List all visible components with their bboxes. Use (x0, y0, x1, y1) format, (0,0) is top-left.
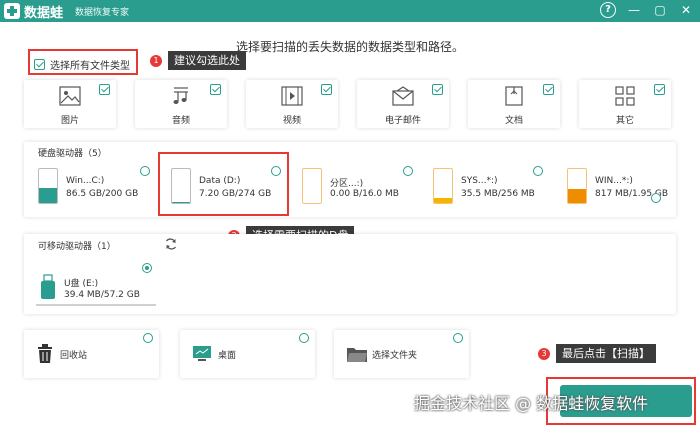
file-type-card-document[interactable]: 文档 (468, 80, 560, 128)
drive-item-usb[interactable]: U盘 (E:) 39.4 MB/57.2 GB (36, 272, 156, 306)
recycle-bin-icon (38, 344, 52, 363)
drive-radio-win[interactable] (651, 193, 661, 203)
drive-icon (38, 168, 58, 204)
drive-item-partition[interactable]: 分区...:) 0.00 B/16.0 MB (302, 168, 412, 208)
file-type-label: 电子邮件 (384, 116, 421, 126)
file-type-checkbox[interactable] (99, 84, 110, 95)
file-type-checkbox[interactable] (543, 84, 554, 95)
logo-cross-icon (4, 3, 20, 19)
location-card-folder[interactable]: 选择文件夹 (334, 330, 469, 378)
refresh-icon[interactable] (164, 237, 178, 251)
music-icon (173, 87, 188, 104)
file-type-checkbox[interactable] (654, 84, 665, 95)
file-type-label: 音频 (171, 116, 190, 126)
callout-1: 1 建议勾选此处 (150, 51, 246, 70)
usb-drive-icon (41, 274, 55, 299)
callout-text: 建议勾选此处 (168, 51, 246, 70)
location-label: 选择文件夹 (372, 351, 418, 361)
drive-usage-fill (434, 198, 452, 203)
drive-icon (302, 168, 322, 204)
file-type-card-video[interactable]: 视频 (246, 80, 338, 128)
app-slogan: 数据恢复专家 (75, 7, 130, 18)
drive-name: SYS...*:) (461, 176, 498, 186)
title-bar: 数据蛙 数据恢复专家 ? — ▢ ✕ (0, 0, 700, 22)
video-icon (281, 86, 303, 106)
removable-drive-title: 可移动驱动器（1） (38, 242, 116, 252)
drive-size: 86.5 GB/200 GB (66, 189, 139, 199)
location-radio[interactable] (299, 333, 309, 343)
callout-number: 3 (538, 347, 550, 360)
location-card-desktop[interactable]: 桌面 (180, 330, 315, 378)
location-label: 回收站 (60, 351, 88, 361)
location-radio[interactable] (143, 333, 153, 343)
file-type-checkbox[interactable] (432, 84, 443, 95)
highlight-box-select-all (28, 49, 138, 75)
help-icon[interactable]: ? (600, 2, 616, 18)
minimize-icon[interactable]: — (626, 2, 642, 18)
document-icon (505, 86, 523, 106)
callout-number: 1 (150, 54, 162, 67)
drive-radio-c[interactable] (140, 166, 150, 176)
callout-text: 最后点击【扫描】 (556, 344, 656, 363)
other-icon (615, 86, 635, 106)
drive-size: 39.4 MB/57.2 GB (64, 290, 140, 300)
app-logo: 数据蛙 数据恢复专家 (4, 2, 130, 21)
highlight-box-drive-d (158, 152, 289, 216)
drive-name: 分区...:) (330, 179, 364, 189)
image-icon (59, 86, 81, 106)
desktop-icon (193, 346, 211, 361)
drive-radio-usb[interactable] (142, 263, 152, 273)
file-type-label: 文档 (504, 116, 523, 126)
drive-item-win[interactable]: WIN...*:) 817 MB/1.95 GB (567, 168, 677, 208)
drive-name: U盘 (E:) (64, 279, 99, 289)
app-brand: 数据蛙 (24, 5, 64, 21)
drive-icon (433, 168, 453, 204)
file-type-checkbox[interactable] (210, 84, 221, 95)
drive-usage-fill (568, 188, 586, 203)
drive-name: WIN...*:) (595, 176, 633, 186)
drive-radio-partition[interactable] (403, 166, 413, 176)
drive-size: 35.5 MB/256 MB (461, 189, 535, 199)
drive-usage-fill (39, 188, 57, 203)
location-radio[interactable] (453, 333, 463, 343)
window-controls: ? — ▢ ✕ (600, 2, 694, 18)
hard-drive-title: 硬盘驱动器（5） (38, 149, 107, 159)
file-type-card-audio[interactable]: 音频 (135, 80, 227, 128)
file-type-card-email[interactable]: 电子邮件 (357, 80, 449, 128)
drive-icon (567, 168, 587, 204)
drive-name: Win...C:) (66, 176, 105, 186)
restore-icon[interactable]: ▢ (652, 2, 668, 18)
drive-item-sys[interactable]: SYS...*:) 35.5 MB/256 MB (433, 168, 543, 208)
location-card-recycle-bin[interactable]: 回收站 (24, 330, 159, 378)
file-type-card-image[interactable]: 图片 (24, 80, 116, 128)
file-type-card-other[interactable]: 其它 (579, 80, 671, 128)
drive-size: 0.00 B/16.0 MB (330, 189, 399, 199)
folder-icon (347, 348, 367, 362)
watermark-text: 掘金技术社区 @ 数据蛙恢复软件 (414, 394, 649, 413)
callout-3: 3 最后点击【扫描】 (538, 344, 656, 363)
close-icon[interactable]: ✕ (678, 2, 694, 18)
file-type-label: 其它 (615, 116, 634, 126)
file-type-checkbox[interactable] (321, 84, 332, 95)
drive-radio-sys[interactable] (533, 166, 543, 176)
location-label: 桌面 (218, 351, 237, 361)
mail-icon (392, 86, 414, 106)
file-type-label: 视频 (282, 116, 301, 126)
file-type-label: 图片 (60, 116, 79, 126)
